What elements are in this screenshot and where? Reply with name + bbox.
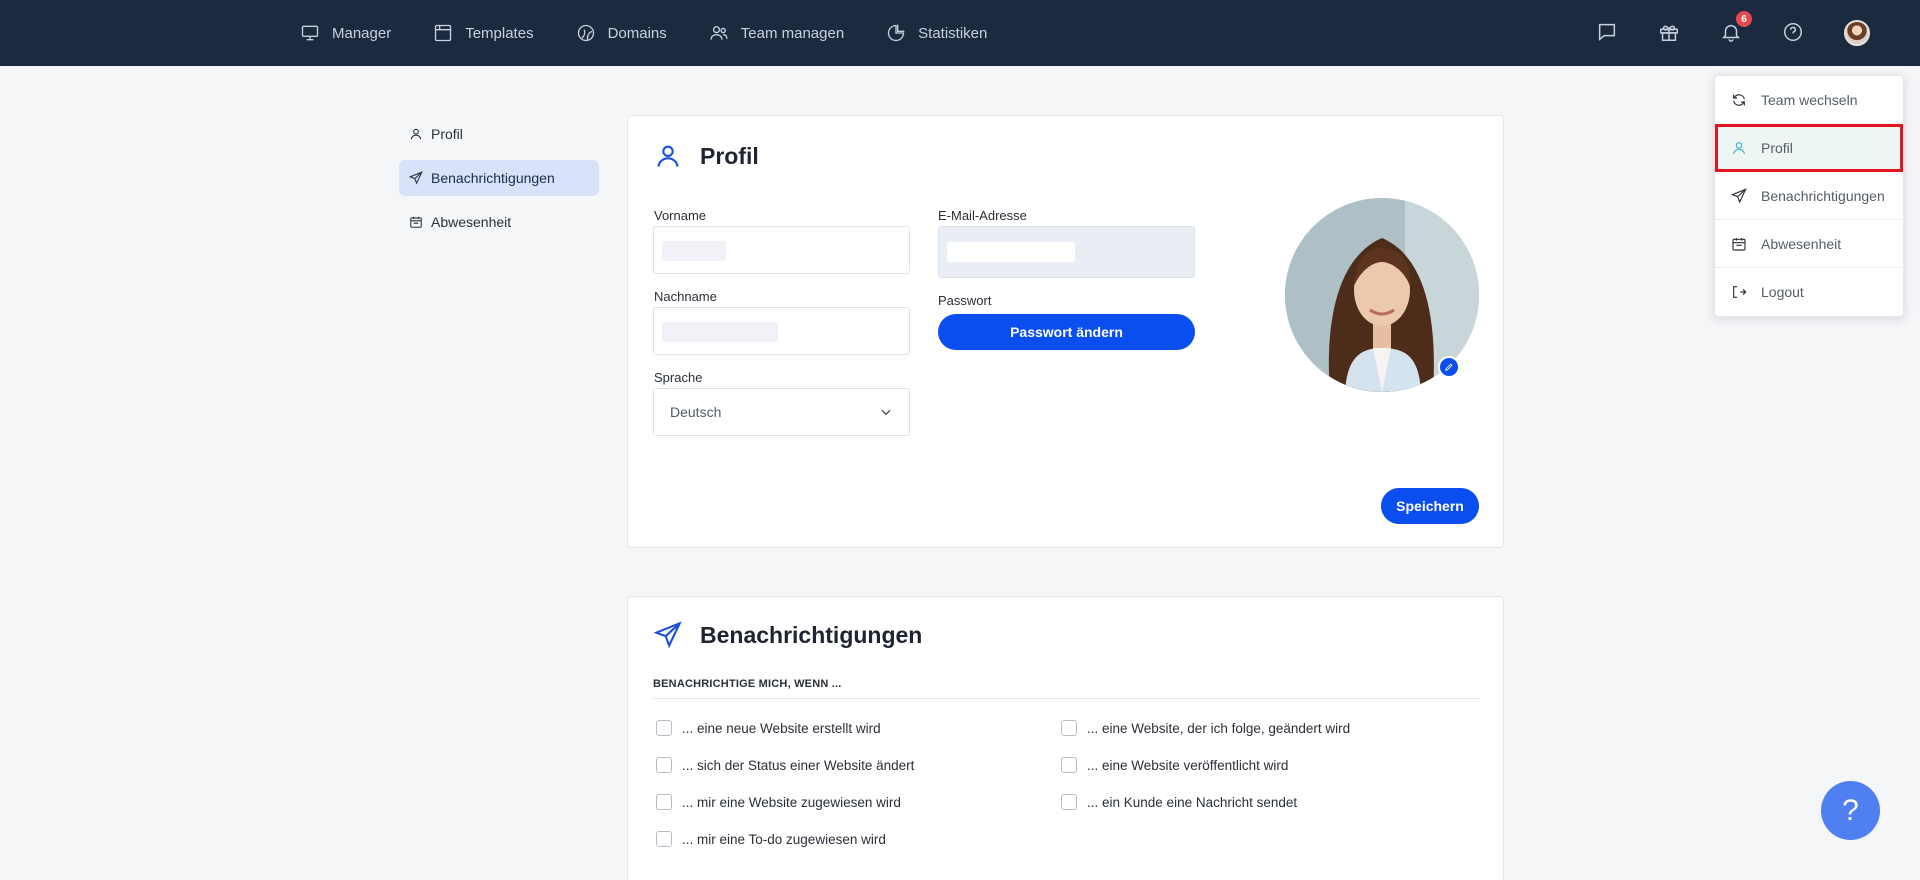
team-icon <box>710 26 728 40</box>
sidebar-item-label: Abwesenheit <box>431 214 512 230</box>
refresh-icon <box>1733 93 1745 106</box>
dropdown-item-notifications[interactable]: Benachrichtigungen <box>1715 172 1903 220</box>
lastname-field[interactable] <box>653 307 910 355</box>
template-icon <box>435 24 452 42</box>
notify-option-customer-message[interactable]: ... ein Kunde eine Nachricht sendet <box>1061 794 1297 810</box>
sidebar-item-label: Benachrichtigungen <box>431 170 555 186</box>
profile-title-text: Profil <box>700 142 759 169</box>
notify-option-website-published[interactable]: ... eine Website veröffentlicht wird <box>1061 757 1288 773</box>
checkbox[interactable] <box>1061 794 1077 810</box>
checkbox[interactable] <box>1061 720 1077 736</box>
send-icon <box>1731 187 1747 203</box>
checkbox[interactable] <box>656 720 672 736</box>
sidebar-item-benachrichtigungen[interactable]: Benachrichtigungen <box>399 160 599 196</box>
user-icon <box>1733 141 1745 154</box>
option-label: ... ein Kunde eine Nachricht sendet <box>1087 794 1298 810</box>
notify-option-website-assigned[interactable]: ... mir eine Website zugewiesen wird <box>656 794 901 810</box>
option-label: ... eine Website veröffentlicht wird <box>1087 757 1289 773</box>
notification-badge: 6 <box>1736 11 1752 27</box>
calendar-icon <box>410 216 422 228</box>
email-field[interactable] <box>938 226 1195 278</box>
chat-icon <box>1598 23 1616 41</box>
option-label: ... eine Website, der ich folge, geänder… <box>1087 720 1351 736</box>
profile-card-title: Profil <box>654 142 759 170</box>
notifications-button[interactable]: 6 <box>1720 11 1752 45</box>
nav-item-label: Domains <box>607 24 667 42</box>
calendar-icon <box>1732 237 1746 251</box>
lastname-label: Nachname <box>654 289 717 304</box>
send-icon <box>409 171 423 185</box>
user-icon <box>410 128 422 140</box>
messages-button[interactable] <box>1596 21 1620 45</box>
user-icon <box>657 145 679 167</box>
checkbox[interactable] <box>656 794 672 810</box>
top-navigation-bar: Manager Templates Domains Team managen S… <box>0 0 1920 66</box>
checkbox[interactable] <box>656 757 672 773</box>
option-label: ... sich der Status einer Website ändert <box>682 757 915 773</box>
dropdown-item-absence[interactable]: Abwesenheit <box>1715 220 1903 268</box>
pie-chart-icon <box>888 24 905 42</box>
email-label: E-Mail-Adresse <box>938 208 1027 223</box>
help-button[interactable] <box>1782 21 1806 45</box>
logout-icon <box>1733 286 1747 298</box>
dropdown-item-logout[interactable]: Logout <box>1715 268 1903 316</box>
language-select[interactable]: Deutsch <box>653 388 910 436</box>
language-label: Sprache <box>654 370 703 385</box>
notify-option-status-change[interactable]: ... sich der Status einer Website ändert <box>656 757 914 773</box>
pencil-icon <box>1445 363 1453 371</box>
dropdown-item-label: Team wechseln <box>1761 91 1858 108</box>
notify-option-followed-website-changed[interactable]: ... eine Website, der ich folge, geänder… <box>1061 720 1350 736</box>
nav-item-manager[interactable]: Manager <box>300 23 391 43</box>
sidebar-item-profil[interactable]: Profil <box>399 116 599 152</box>
main-nav: Manager Templates Domains Team managen S… <box>300 0 987 66</box>
question-circle-icon <box>1784 23 1802 41</box>
nav-item-domains[interactable]: Domains <box>576 23 667 43</box>
globe-icon <box>577 24 594 42</box>
dropdown-item-profil[interactable]: Profil <box>1715 124 1903 172</box>
send-icon <box>654 621 682 649</box>
dropdown-item-switch-team[interactable]: Team wechseln <box>1715 76 1903 124</box>
language-value: Deutsch <box>670 404 722 420</box>
profile-card: Profil Vorname Nachname Sprache Deutsch … <box>627 115 1504 548</box>
nav-item-templates[interactable]: Templates <box>433 23 534 43</box>
dropdown-item-label: Logout <box>1761 284 1804 300</box>
user-dropdown-menu: Team wechseln Profil Benachrichtigungen … <box>1714 75 1904 317</box>
option-label: ... eine neue Website erstellt wird <box>682 720 881 736</box>
sidebar-item-label: Profil <box>431 126 463 142</box>
save-button[interactable]: Speichern <box>1381 488 1479 524</box>
password-label: Passwort <box>938 293 992 308</box>
gift-icon <box>1660 25 1678 41</box>
gift-button[interactable] <box>1658 21 1682 45</box>
firstname-field[interactable] <box>653 226 910 274</box>
notify-option-new-website[interactable]: ... eine neue Website erstellt wird <box>656 720 881 736</box>
option-label: ... mir eine Website zugewiesen wird <box>682 794 901 810</box>
nav-item-label: Manager <box>332 24 392 42</box>
option-label: ... mir eine To-do zugewiesen wird <box>682 831 886 847</box>
dropdown-item-label: Profil <box>1761 139 1793 156</box>
notifications-card-title: Benachrichtigungen <box>654 621 922 649</box>
change-password-button[interactable]: Passwort ändern <box>938 314 1195 350</box>
nav-item-label: Templates <box>465 24 534 42</box>
notifications-title-text: Benachrichtigungen <box>700 621 923 648</box>
user-avatar-button[interactable] <box>1844 20 1870 46</box>
monitor-icon <box>301 25 319 41</box>
dropdown-item-label: Abwesenheit <box>1761 235 1842 252</box>
nav-item-label: Statistiken <box>918 24 988 42</box>
sidebar-item-abwesenheit[interactable]: Abwesenheit <box>399 204 599 240</box>
edit-photo-button[interactable] <box>1438 356 1460 378</box>
settings-sidebar: Profil Benachrichtigungen Abwesenheit <box>399 116 599 248</box>
help-chat-button[interactable]: ? <box>1821 781 1880 840</box>
nav-item-team[interactable]: Team managen <box>709 23 844 43</box>
nav-item-label: Team managen <box>740 24 845 42</box>
notify-option-todo-assigned[interactable]: ... mir eine To-do zugewiesen wird <box>656 831 886 847</box>
checkbox[interactable] <box>656 831 672 847</box>
nav-item-statistics[interactable]: Statistiken <box>886 23 987 43</box>
firstname-label: Vorname <box>654 208 707 223</box>
checkbox[interactable] <box>1061 757 1077 773</box>
dropdown-item-label: Benachrichtigungen <box>1761 187 1885 204</box>
chevron-down-icon <box>881 409 891 416</box>
notifications-card: Benachrichtigungen BENACHRICHTIGE MICH, … <box>627 596 1504 880</box>
top-right-actions: 6 <box>1596 0 1870 66</box>
notifications-heading: BENACHRICHTIGE MICH, WENN ... <box>653 678 1480 699</box>
